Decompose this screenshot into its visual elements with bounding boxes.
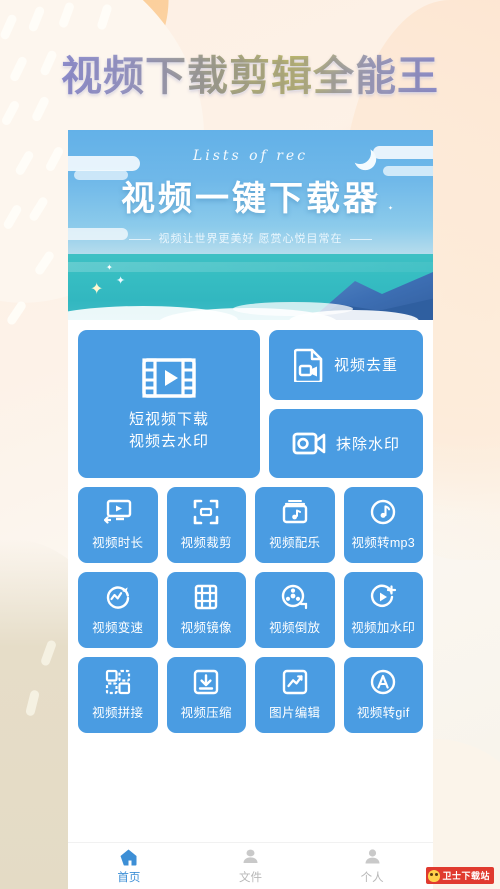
card-label: 抹除水印 xyxy=(335,435,400,453)
tile-label: 视频裁剪 xyxy=(180,536,232,550)
puzzle-grid-icon xyxy=(105,669,131,695)
tool-grid-row-2: 视频变速 视频镜像 视频倒放 视频加水印 xyxy=(78,572,423,648)
download-box-icon xyxy=(193,669,219,695)
tile-video-to-mp3[interactable]: 视频转mp3 xyxy=(343,487,423,563)
divider-line xyxy=(129,238,152,240)
reel-circle-icon xyxy=(281,584,308,610)
star-icon: ✦ xyxy=(106,263,113,272)
tile-label: 视频时长 xyxy=(92,536,144,550)
tile-label: 视频变速 xyxy=(92,621,144,635)
site-watermark: 卫士下载站 xyxy=(426,867,494,884)
play-plus-icon xyxy=(370,584,397,610)
tile-add-watermark[interactable]: 视频加水印 xyxy=(343,572,423,648)
banner-subtitle: 视频让世界更美好 愿赏心悦目常在 xyxy=(158,233,343,245)
star-icon: ✦ xyxy=(116,275,126,287)
bottom-tab-bar: 首页 文件 个人 xyxy=(68,842,433,889)
card-label-line2: 视频去水印 xyxy=(128,432,209,450)
star-icon: ✦ xyxy=(90,281,104,298)
tool-grid-row-3: 视频拼接 视频压缩 图片编辑 视频转gif xyxy=(78,657,423,733)
app-screen: Lists of rec 视频一键下载器 视频让世界更美好 愿赏心悦目常在 ✦ … xyxy=(68,130,433,889)
tab-label: 文件 xyxy=(239,871,262,884)
music-note-circle-icon xyxy=(370,499,396,525)
tile-label: 图片编辑 xyxy=(269,706,321,720)
monitor-play-icon xyxy=(103,499,132,525)
tab-label: 个人 xyxy=(360,871,384,884)
speed-gauge-icon xyxy=(105,584,131,610)
camera-erase-icon xyxy=(292,429,326,457)
letter-a-circle-icon xyxy=(370,669,396,695)
app-title: 视频下载剪辑全能王 xyxy=(61,42,439,102)
card-short-video-download[interactable]: 短视频下载 视频去水印 xyxy=(78,330,260,478)
tile-video-music[interactable]: 视频配乐 xyxy=(255,487,335,563)
card-label-block: 短视频下载 视频去水印 xyxy=(129,409,209,453)
tile-video-reverse[interactable]: 视频倒放 xyxy=(255,572,335,648)
crop-frame-icon xyxy=(193,499,219,525)
banner-headline: 视频一键下载器 xyxy=(121,179,380,219)
tool-grid-row-1: 视频时长 视频裁剪 视频配乐 视频转mp3 xyxy=(78,487,423,563)
tile-video-to-gif[interactable]: 视频转gif xyxy=(343,657,423,733)
card-label: 视频去重 xyxy=(333,357,398,375)
film-play-icon xyxy=(141,356,197,400)
tile-label: 视频倒放 xyxy=(269,621,321,635)
film-grid-icon xyxy=(193,584,219,610)
music-box-icon xyxy=(282,499,308,525)
watermark-text: 卫士下载站 xyxy=(442,871,490,881)
tile-label: 视频转mp3 xyxy=(351,536,416,550)
home-icon xyxy=(68,848,190,867)
card-label-line1: 短视频下载 xyxy=(128,410,209,428)
tile-video-crop[interactable]: 视频裁剪 xyxy=(166,487,246,563)
tile-label: 视频转gif xyxy=(356,706,410,720)
owl-icon xyxy=(428,869,441,882)
tile-label: 视频配乐 xyxy=(269,536,321,550)
tile-video-mirror[interactable]: 视频镜像 xyxy=(166,572,246,648)
image-chart-icon xyxy=(282,669,308,695)
tile-video-merge[interactable]: 视频拼接 xyxy=(78,657,158,733)
document-video-icon xyxy=(293,348,324,382)
person-icon xyxy=(311,848,433,867)
banner-subtitle-row: 视频让世界更美好 愿赏心悦目常在 xyxy=(68,230,433,246)
app-title-container: 视频下载剪辑全能王 xyxy=(0,42,500,102)
tile-video-duration[interactable]: 视频时长 xyxy=(78,487,158,563)
tile-video-speed[interactable]: 视频变速 xyxy=(78,572,158,648)
folder-icon xyxy=(190,848,312,867)
tab-label: 首页 xyxy=(117,871,141,884)
card-video-dedup[interactable]: 视频去重 xyxy=(269,330,423,400)
tab-files[interactable]: 文件 xyxy=(190,848,312,885)
card-remove-watermark[interactable]: 抹除水印 xyxy=(269,408,423,478)
banner-script-text: Lists of rec xyxy=(192,148,309,164)
featured-side-column: 视频去重 抹除水印 xyxy=(269,330,423,478)
tab-home[interactable]: 首页 xyxy=(68,848,190,885)
tab-profile[interactable]: 个人 xyxy=(311,848,433,885)
divider-line xyxy=(349,238,372,240)
tile-image-edit[interactable]: 图片编辑 xyxy=(255,657,335,733)
tile-label: 视频压缩 xyxy=(180,706,232,720)
tile-label: 视频拼接 xyxy=(92,706,144,720)
feature-cards-area: 短视频下载 视频去水印 视频去重 抹除水印 视频时长 视频裁剪 视频配乐 视频转… xyxy=(68,320,433,733)
featured-row: 短视频下载 视频去水印 视频去重 抹除水印 xyxy=(78,330,423,478)
banner-text-block: Lists of rec 视频一键下载器 视频让世界更美好 愿赏心悦目常在 xyxy=(68,148,433,246)
tile-label: 视频镜像 xyxy=(180,621,232,635)
hero-banner: Lists of rec 视频一键下载器 视频让世界更美好 愿赏心悦目常在 ✦ … xyxy=(68,130,433,320)
tile-label: 视频加水印 xyxy=(351,621,416,635)
tile-video-compress[interactable]: 视频压缩 xyxy=(166,657,246,733)
